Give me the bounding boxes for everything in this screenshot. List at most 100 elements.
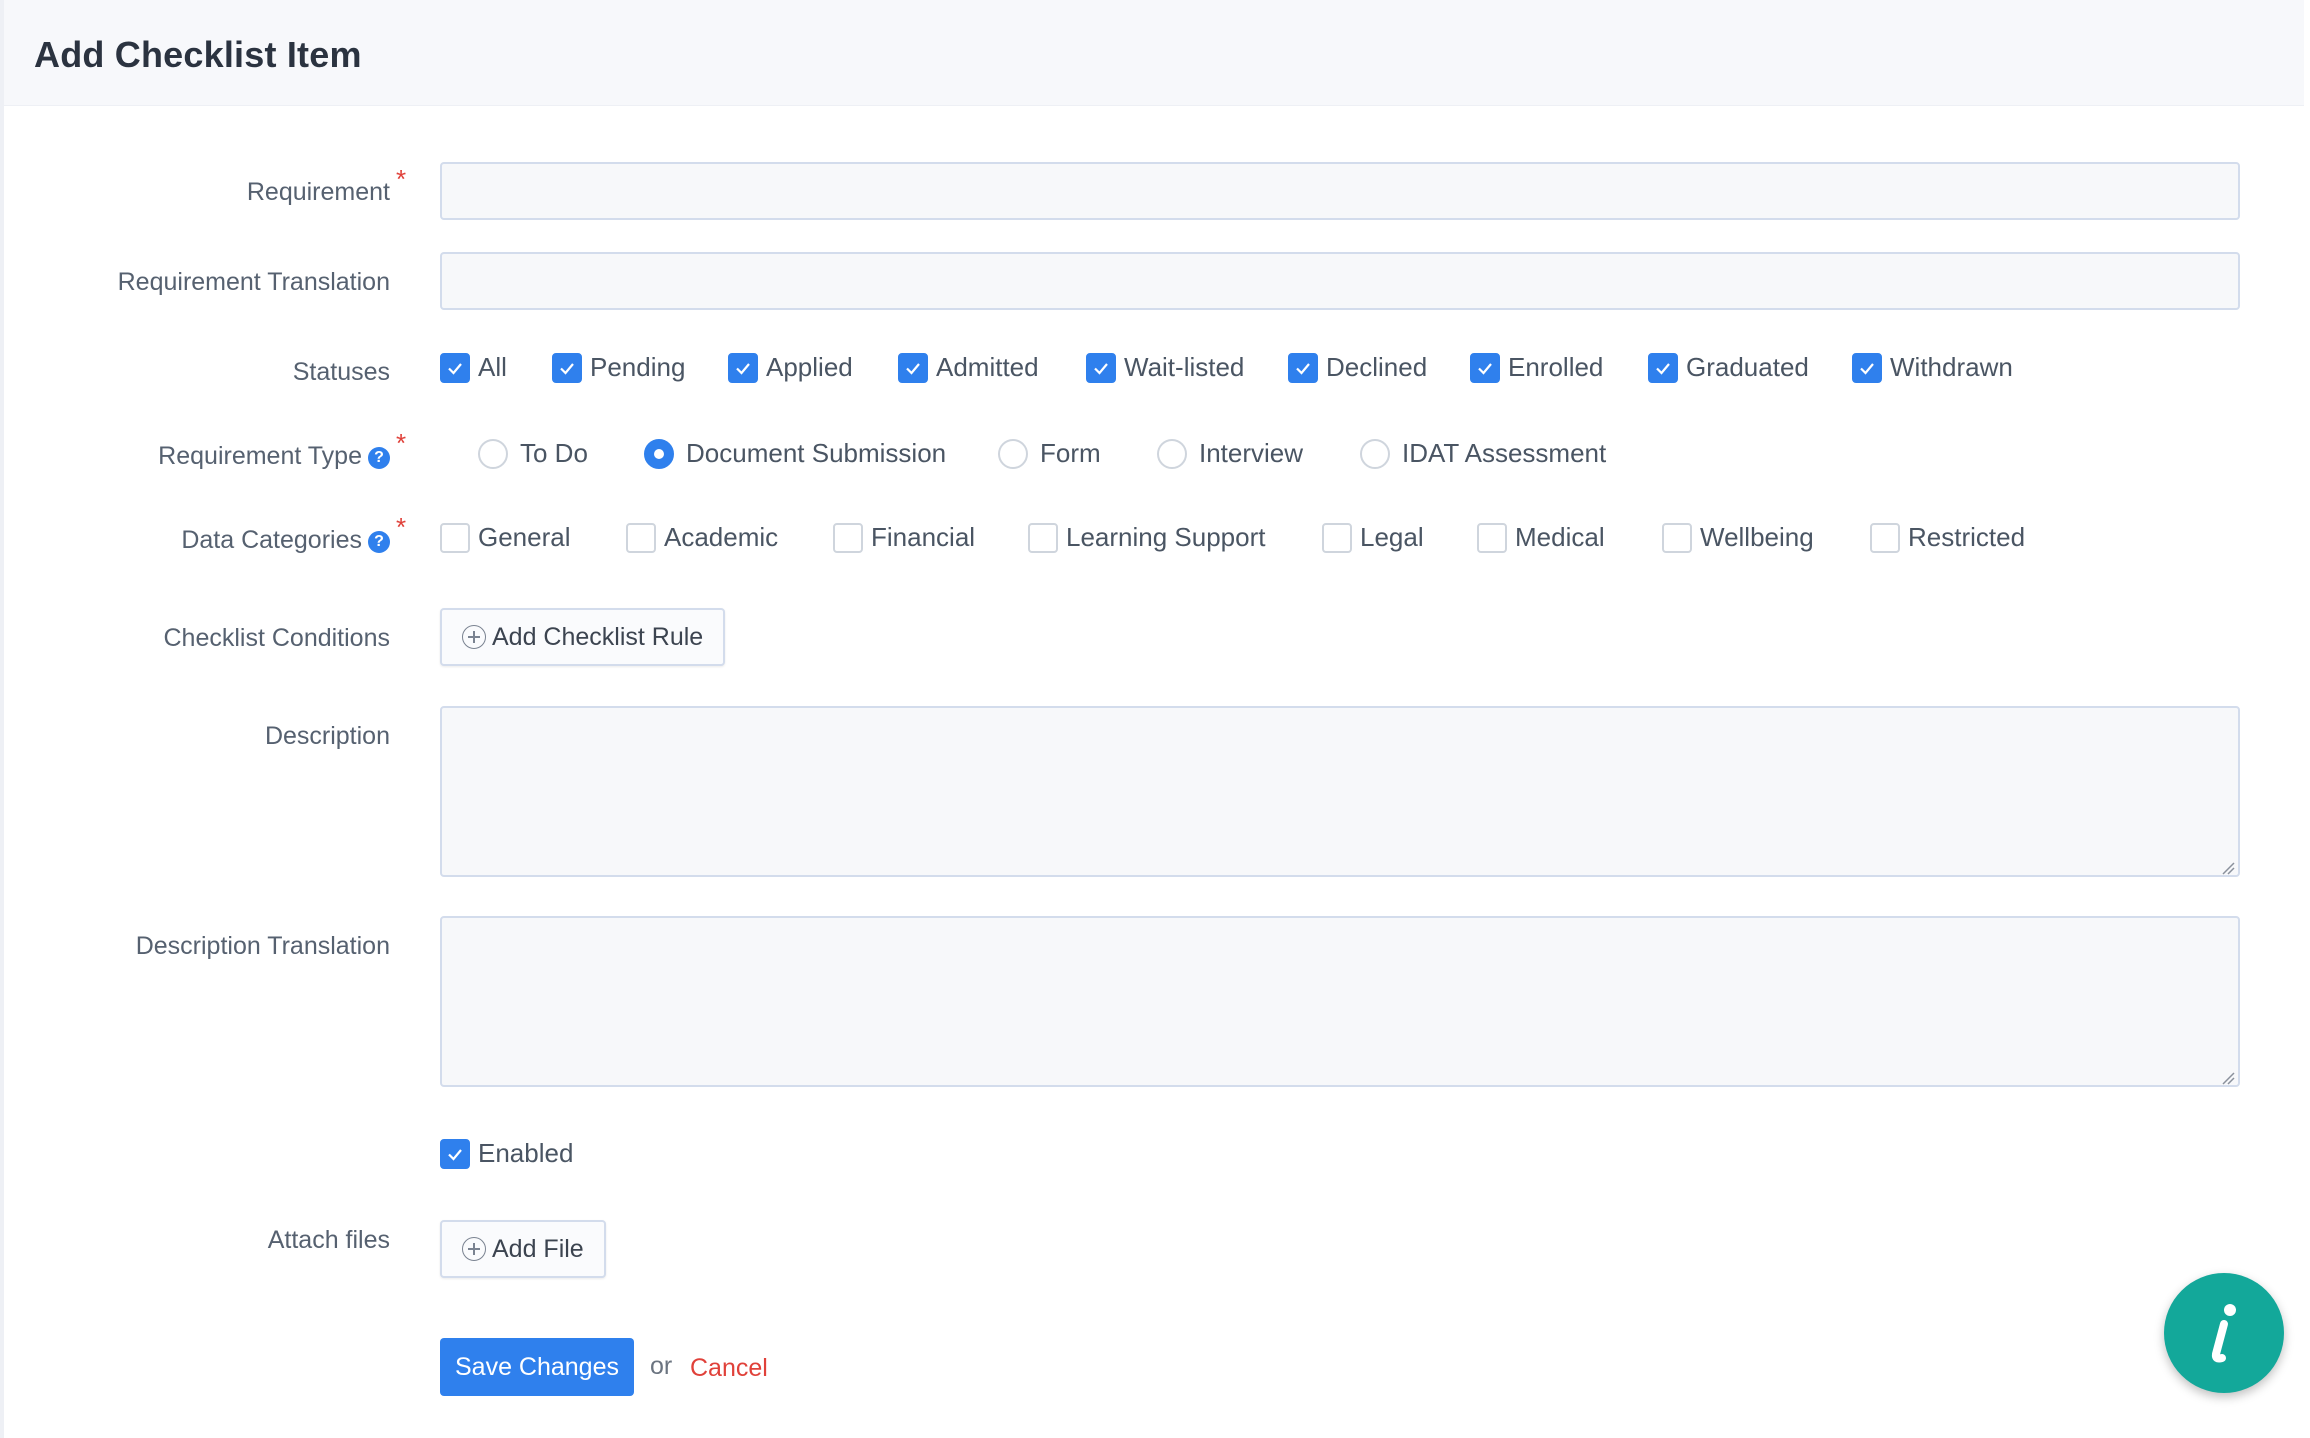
checkbox-unchecked-icon xyxy=(626,522,656,553)
radio-option-label: Form xyxy=(1040,438,1101,468)
radio-option-label: IDAT Assessment xyxy=(1402,438,1607,468)
description-label: Description xyxy=(264,722,390,750)
checkbox-checked-icon xyxy=(1852,352,1882,383)
info-icon xyxy=(2211,1304,2236,1363)
status-option-label: Admitted xyxy=(936,352,1039,382)
checkbox-unchecked-icon xyxy=(1322,522,1352,553)
description-translation-textarea[interactable] xyxy=(440,916,2240,1087)
category-checkbox-financial[interactable]: Financial xyxy=(833,522,975,553)
requirement-type-text: Requirement Type xyxy=(158,442,362,470)
category-checkbox-medical[interactable]: Medical xyxy=(1477,522,1605,553)
radio-unselected-icon xyxy=(478,438,508,469)
status-option-label: Withdrawn xyxy=(1890,352,2013,382)
checkbox-checked-icon xyxy=(440,352,470,383)
radio-unselected-icon xyxy=(1157,438,1187,469)
help-info-button[interactable] xyxy=(2164,1273,2284,1393)
requirement-type-radio-interview[interactable]: Interview xyxy=(1157,438,1303,469)
checkbox-checked-icon xyxy=(728,352,758,383)
status-checkbox-graduated[interactable]: Graduated xyxy=(1648,352,1809,383)
status-option-label: Enrolled xyxy=(1508,352,1604,382)
checkbox-unchecked-icon xyxy=(1477,522,1507,553)
category-checkbox-legal[interactable]: Legal xyxy=(1322,522,1424,553)
requirement-type-radio-form[interactable]: Form xyxy=(998,438,1101,469)
status-checkbox-applied[interactable]: Applied xyxy=(728,352,853,383)
checkbox-checked-icon xyxy=(1648,352,1678,383)
category-option-label: Medical xyxy=(1515,522,1605,552)
requirement-type-radio-document-submission[interactable]: Document Submission xyxy=(644,438,946,469)
add-checklist-rule-label: Add Checklist Rule xyxy=(492,622,704,651)
category-option-label: General xyxy=(478,522,571,552)
status-option-label: Graduated xyxy=(1686,352,1809,382)
status-checkbox-all[interactable]: All xyxy=(440,352,507,383)
checklist-conditions-label: Checklist Conditions xyxy=(163,624,391,652)
statuses-label: Statuses xyxy=(292,358,390,386)
requirement-type-radio-idat-assessment[interactable]: IDAT Assessment xyxy=(1360,438,1606,469)
radio-selected-icon xyxy=(644,438,674,469)
checkbox-unchecked-icon xyxy=(440,522,470,553)
category-checkbox-wellbeing[interactable]: Wellbeing xyxy=(1662,522,1814,553)
resize-grip-icon[interactable] xyxy=(2220,1070,2236,1086)
page-header: Add Checklist Item xyxy=(4,0,2304,106)
plus-circle-icon xyxy=(462,1237,486,1261)
requirement-type-radio-to-do[interactable]: To Do xyxy=(478,438,588,469)
requirement-translation-label: Requirement Translation xyxy=(117,268,390,296)
requirement-label: Requirement xyxy=(246,178,390,206)
category-option-label: Wellbeing xyxy=(1700,522,1814,552)
category-checkbox-general[interactable]: General xyxy=(440,522,571,553)
question-circle-icon[interactable]: ? xyxy=(368,531,390,553)
status-option-label: Wait-listed xyxy=(1124,352,1245,382)
add-checklist-rule-button[interactable]: Add Checklist Rule xyxy=(440,608,726,666)
checkbox-checked-icon xyxy=(440,1138,470,1169)
checkbox-unchecked-icon xyxy=(1662,522,1692,553)
required-asterisk: * xyxy=(396,164,407,194)
status-checkbox-wait-listed[interactable]: Wait-listed xyxy=(1086,352,1244,383)
required-asterisk: * xyxy=(396,512,407,542)
status-checkbox-pending[interactable]: Pending xyxy=(552,352,685,383)
category-option-label: Learning Support xyxy=(1066,522,1266,552)
page-title: Add Checklist Item xyxy=(34,34,362,75)
description-textarea[interactable] xyxy=(440,706,2240,877)
save-changes-button[interactable]: Save Changes xyxy=(440,1338,634,1396)
status-checkbox-declined[interactable]: Declined xyxy=(1288,352,1427,383)
status-option-label: Declined xyxy=(1326,352,1428,382)
data-categories-text: Data Categories xyxy=(181,526,362,554)
radio-option-label: Interview xyxy=(1199,438,1304,468)
checkbox-checked-icon xyxy=(1288,352,1318,383)
status-checkbox-enrolled[interactable]: Enrolled xyxy=(1470,352,1603,383)
requirement-translation-input[interactable] xyxy=(440,252,2240,310)
category-checkbox-learning-support[interactable]: Learning Support xyxy=(1028,522,1265,553)
category-option-label: Academic xyxy=(664,522,779,552)
cancel-link[interactable]: Cancel xyxy=(690,1354,768,1383)
enabled-checkbox[interactable]: Enabled xyxy=(440,1138,573,1169)
data-categories-label: Data Categories? xyxy=(181,526,390,555)
category-option-label: Financial xyxy=(871,522,976,552)
requirement-type-label: Requirement Type? xyxy=(158,442,390,471)
category-checkbox-restricted[interactable]: Restricted xyxy=(1870,522,2025,553)
add-file-label: Add File xyxy=(492,1234,584,1263)
checkbox-checked-icon xyxy=(1470,352,1500,383)
attach-files-label: Attach files xyxy=(267,1226,390,1254)
question-circle-icon[interactable]: ? xyxy=(368,447,390,469)
enabled-label: Enabled xyxy=(478,1138,574,1168)
or-text: or xyxy=(650,1352,673,1380)
checkbox-unchecked-icon xyxy=(1870,522,1900,553)
category-checkbox-academic[interactable]: Academic xyxy=(626,522,778,553)
status-checkbox-withdrawn[interactable]: Withdrawn xyxy=(1852,352,2013,383)
category-option-label: Restricted xyxy=(1908,522,2026,552)
required-asterisk: * xyxy=(396,428,407,458)
checkbox-checked-icon xyxy=(1086,352,1116,383)
resize-grip-icon[interactable] xyxy=(2220,860,2236,876)
add-file-button[interactable]: Add File xyxy=(440,1220,606,1278)
requirement-input[interactable] xyxy=(440,162,2240,220)
radio-unselected-icon xyxy=(998,438,1028,469)
plus-circle-icon xyxy=(462,625,486,649)
radio-unselected-icon xyxy=(1360,438,1390,469)
checkbox-checked-icon xyxy=(898,352,928,383)
category-option-label: Legal xyxy=(1360,522,1424,552)
status-option-label: All xyxy=(478,352,507,382)
status-checkbox-admitted[interactable]: Admitted xyxy=(898,352,1039,383)
radio-option-label: To Do xyxy=(520,438,588,468)
left-border xyxy=(0,0,4,1438)
checkbox-checked-icon xyxy=(552,352,582,383)
status-option-label: Pending xyxy=(590,352,686,382)
